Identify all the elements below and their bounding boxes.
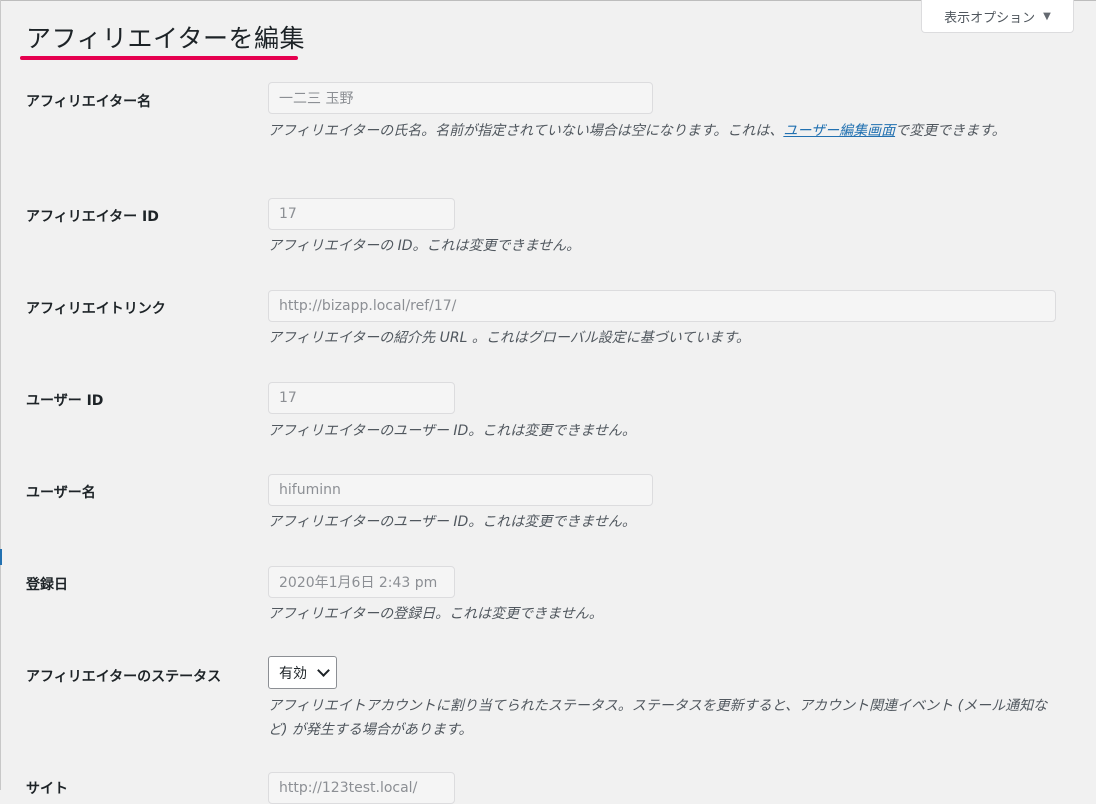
user-edit-screen-link[interactable]: ユーザー編集画面	[783, 123, 895, 139]
registration-date-description: アフィリエイターの登録日。これは変更できません。	[268, 606, 603, 622]
registration-date-label: 登録日	[26, 577, 68, 593]
triangle-down-icon: ▼	[1043, 10, 1051, 22]
user-id-label: ユーザー ID	[26, 393, 104, 409]
registration-date-field[interactable]: 2020年1月6日 2:43 pm	[268, 566, 455, 598]
edge-indicator	[0, 549, 2, 565]
frame-left-border	[0, 0, 1, 790]
username-label: ユーザー名	[26, 485, 96, 501]
affiliate-link-description: アフィリエイターの紹介先 URL 。これはグローバル設定に基づいています。	[268, 330, 750, 346]
user-id-description: アフィリエイターのユーザー ID。これは変更できません。	[268, 423, 636, 439]
site-label: サイト	[26, 781, 68, 797]
status-select[interactable]: 有効	[268, 656, 337, 689]
username-description: アフィリエイターのユーザー ID。これは変更できません。	[268, 514, 636, 530]
title-underline	[20, 56, 298, 60]
affiliate-name-desc-tail: で変更できます。	[895, 123, 1006, 139]
affiliate-name-field[interactable]: 一二三 玉野	[268, 82, 653, 114]
username-field[interactable]: hifuminn	[268, 474, 653, 506]
affiliate-id-description: アフィリエイターの ID。これは変更できません。	[268, 238, 581, 254]
site-field[interactable]: http://123test.local/	[268, 772, 455, 804]
user-id-field[interactable]: 17	[268, 382, 455, 414]
status-select-value: 有効	[279, 665, 307, 682]
affiliate-link-label: アフィリエイトリンク	[26, 301, 166, 317]
chevron-down-icon	[317, 664, 330, 677]
status-label: アフィリエイターのステータス	[26, 669, 222, 685]
page-title: アフィリエイターを編集	[26, 24, 306, 53]
screen-options-button[interactable]: 表示オプション ▼	[921, 0, 1074, 33]
affiliate-name-description: アフィリエイターの氏名。名前が指定されていない場合は空になります。これは、ユーザ…	[268, 119, 1058, 143]
affiliate-id-field[interactable]: 17	[268, 198, 455, 230]
affiliate-name-desc-text: アフィリエイターの氏名。名前が指定されていない場合は空になります。これは、	[268, 123, 784, 139]
affiliate-link-field[interactable]: http://bizapp.local/ref/17/	[268, 290, 1056, 322]
status-description: アフィリエイトアカウントに割り当てられたステータス。ステータスを更新すると、アカ…	[268, 698, 1048, 738]
affiliate-name-label: アフィリエイター名	[26, 94, 152, 110]
affiliate-id-label: アフィリエイター ID	[26, 209, 159, 225]
screen-options-label: 表示オプション	[944, 10, 1036, 26]
